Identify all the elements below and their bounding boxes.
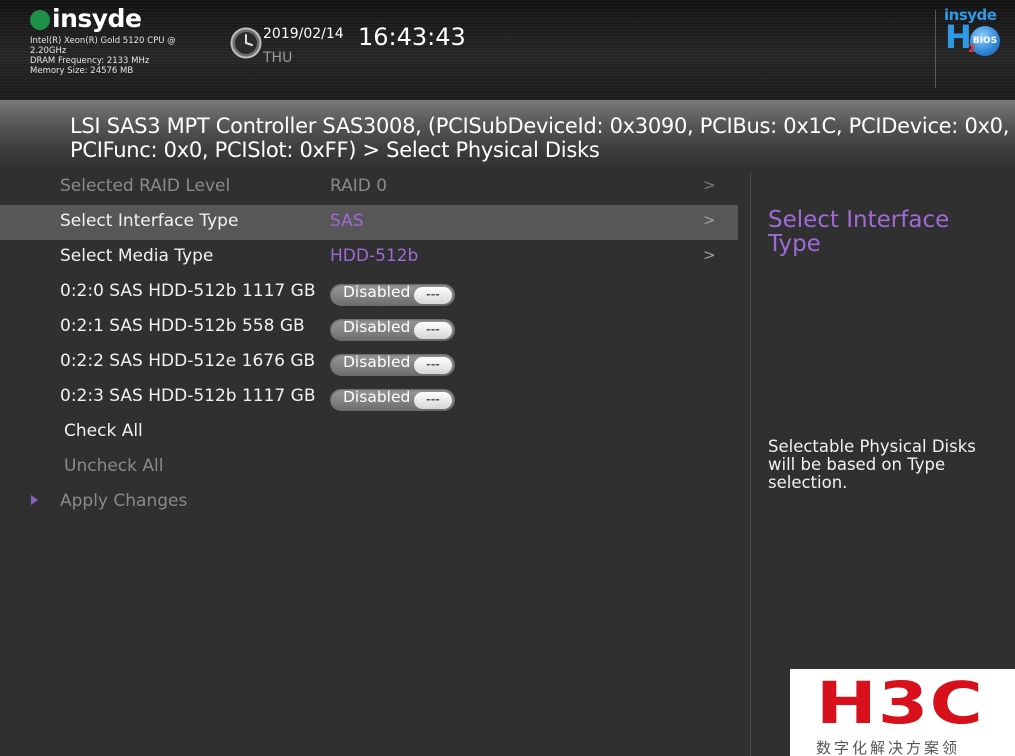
menu-item-selected-raid-level: Selected RAID Level RAID 0 > [0,170,738,205]
menu-item-value: SAS [330,211,364,231]
check-all-button[interactable]: Check All [0,415,738,450]
insyde-logo: insyde [30,4,142,33]
menu-item-select-interface-type[interactable]: Select Interface Type SAS > [0,205,738,240]
menu-item-label: Selected RAID Level [60,176,231,196]
disk-toggle[interactable]: Disabled --- [330,388,455,411]
triangle-right-icon [31,495,38,505]
disk-toggle[interactable]: Disabled --- [330,318,455,341]
insyde-logo-mark-icon [30,9,50,30]
toggle-state: Disabled [343,388,411,406]
dram-info: DRAM Frequency: 2133 MHz [30,56,150,66]
h3c-watermark: H3C 数字化解决方案领 [790,669,1015,756]
uncheck-all-button: Uncheck All [0,450,738,485]
cpu-info: Intel(R) Xeon(R) Gold 5120 CPU @ 2.20GHz [30,36,176,56]
toggle-state: Disabled [343,353,411,371]
h3c-logo: H3C [816,669,985,737]
disk-toggle[interactable]: Disabled --- [330,283,455,306]
chevron-right-icon: > [703,211,716,229]
h2-logo-sub: 2 [968,42,976,55]
header-separator [935,10,936,88]
page-title: LSI SAS3 MPT Controller SAS3008, (PCISub… [70,114,1010,162]
time-display: 16:43:43 [358,23,466,51]
chevron-right-icon: > [703,176,716,194]
insyde-h2o-logo: insyde H BIOS 2 [944,6,1004,62]
memory-info: Memory Size: 24576 MB [30,66,134,76]
help-text: Selectable Physical Disks will be based … [768,437,976,492]
disk-row-0-2-1: 0:2:1 SAS HDD-512b 558 GB Disabled --- [0,310,738,345]
toggle-knob-icon: --- [414,357,452,374]
disk-label: 0:2:2 SAS HDD-512e 1676 GB [60,351,316,371]
disk-row-0-2-2: 0:2:2 SAS HDD-512e 1676 GB Disabled --- [0,345,738,380]
disk-label: 0:2:3 SAS HDD-512b 1117 GB [60,386,316,406]
disk-row-0-2-0: 0:2:0 SAS HDD-512b 1117 GB Disabled --- [0,275,738,310]
menu-item-select-media-type[interactable]: Select Media Type HDD-512b > [0,240,738,275]
disk-label: 0:2:1 SAS HDD-512b 558 GB [60,316,305,336]
menu-item-value: RAID 0 [330,176,388,196]
menu-item-label: Select Interface Type [60,211,239,231]
menu-item-label: Select Media Type [60,246,214,266]
toggle-state: Disabled [343,283,411,301]
panel-divider [750,172,751,756]
day-display: THU [263,50,293,66]
disk-row-0-2-3: 0:2:3 SAS HDD-512b 1117 GB Disabled --- [0,380,738,415]
date-display: 2019/02/14 [263,26,344,42]
clock-icon [230,27,262,59]
bios-header: insyde Intel(R) Xeon(R) Gold 5120 CPU @ … [0,0,1015,100]
apply-changes-button: Apply Changes [0,485,738,520]
menu-item-label: Check All [64,421,143,441]
system-info: Intel(R) Xeon(R) Gold 5120 CPU @ 2.20GHz… [30,36,205,76]
chevron-right-icon: > [703,246,716,264]
h3c-subtitle: 数字化解决方案领 [816,739,961,756]
menu-item-value: HDD-512b [330,246,419,266]
disk-label: 0:2:0 SAS HDD-512b 1117 GB [60,281,316,301]
menu-item-label: Uncheck All [64,456,164,476]
toggle-knob-icon: --- [414,287,452,304]
disk-toggle[interactable]: Disabled --- [330,353,455,376]
toggle-knob-icon: --- [414,392,452,409]
help-title: Select Interface Type [768,207,950,257]
insyde-logo-text: insyde [52,4,142,33]
menu-item-label: Apply Changes [60,491,188,511]
toggle-knob-icon: --- [414,322,452,339]
toggle-state: Disabled [343,318,411,336]
